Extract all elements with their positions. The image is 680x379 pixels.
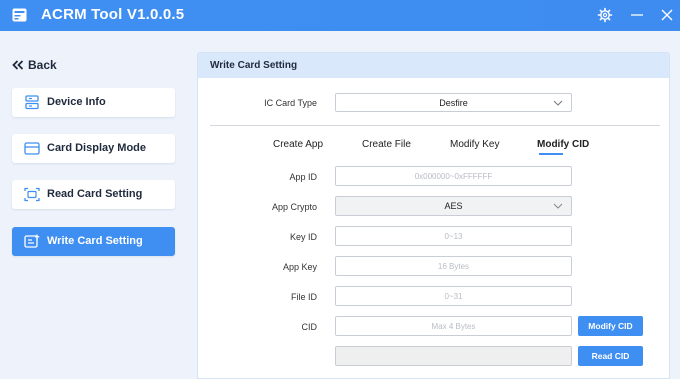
app-title: ACRM Tool V1.0.0.5 [41,6,185,23]
divider [210,125,660,126]
write-card-icon [24,234,40,248]
sidebar-item-label: Write Card Setting [47,235,143,247]
app-id-label: App ID [289,172,317,182]
read-cid-button[interactable]: Read CID [578,346,643,366]
back-button[interactable]: Back [12,57,57,73]
key-id-label: Key ID [289,232,317,242]
app-crypto-select[interactable]: AES [335,196,572,216]
sidebar-item-read-card-setting[interactable]: Read Card Setting [12,180,175,209]
tab-modify-key[interactable]: Modify Key [450,139,499,150]
sidebar-item-card-display-mode[interactable]: Card Display Mode [12,134,175,163]
app-id-input[interactable] [335,166,572,186]
app-key-input[interactable] [335,256,572,276]
active-tab-indicator [539,153,563,155]
read-cid-result-field [335,346,572,366]
sidebar-item-device-info[interactable]: Device Info [12,88,175,117]
close-icon[interactable] [658,6,676,24]
file-id-label: File ID [290,292,317,302]
key-id-input[interactable] [335,226,572,246]
write-card-setting-panel: Write Card Setting IC Card Type Desfire … [197,52,670,379]
panel-header: Write Card Setting [198,53,669,78]
tab-modify-cid[interactable]: Modify CID [537,139,589,150]
modify-cid-button[interactable]: Modify CID [578,316,643,336]
ic-card-type-value: Desfire [439,98,468,108]
card-icon [24,142,40,155]
sidebar-item-label: Read Card Setting [47,188,143,200]
file-id-input[interactable] [335,286,572,306]
cid-label: CID [301,322,318,332]
gear-icon[interactable] [596,6,614,24]
sidebar-item-write-card-setting[interactable]: Write Card Setting [12,227,175,256]
device-info-icon [25,95,39,110]
minimize-icon[interactable] [628,6,646,24]
double-chevron-left-icon [12,60,24,70]
tab-create-file[interactable]: Create File [362,139,411,150]
tab-create-app[interactable]: Create App [273,139,323,150]
chevron-down-icon [553,100,563,106]
read-card-icon [24,187,40,202]
app-crypto-value: AES [444,201,463,211]
ic-card-type-select[interactable]: Desfire [335,93,572,112]
chevron-down-icon [553,203,563,209]
cid-input[interactable] [335,316,572,336]
ic-card-type-label: IC Card Type [264,98,317,108]
card-reader-icon [12,8,27,22]
back-label: Back [28,58,57,72]
app-crypto-label: App Crypto [271,202,317,212]
app-key-label: App Key [282,262,317,272]
panel-title: Write Card Setting [210,60,298,71]
sidebar-item-label: Card Display Mode [47,142,147,154]
title-bar: ACRM Tool V1.0.0.5 [0,0,680,31]
sidebar-item-label: Device Info [47,96,106,108]
